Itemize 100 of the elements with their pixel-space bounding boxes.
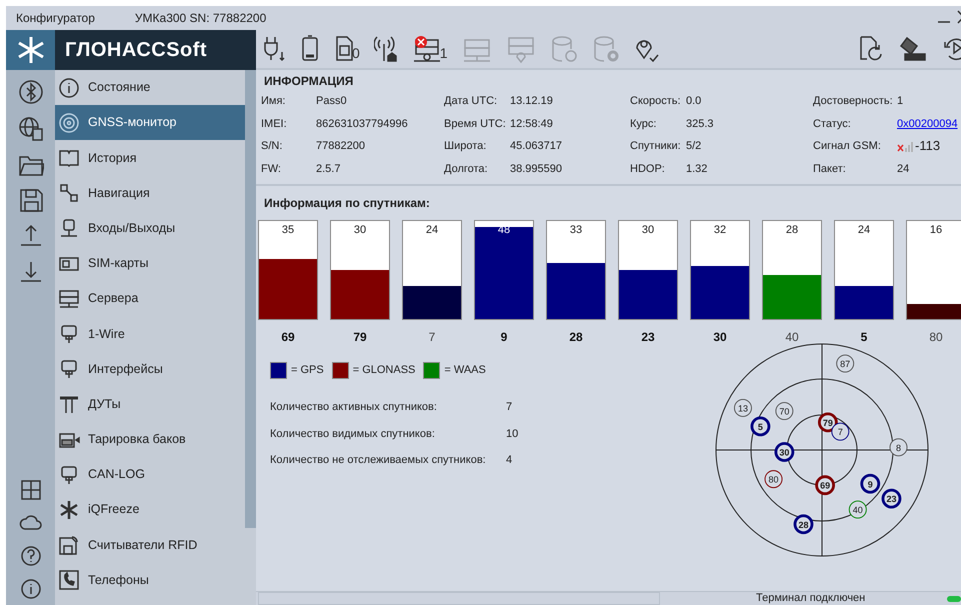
no-signal-icon — [897, 139, 915, 154]
field-label: IMEI: — [261, 116, 288, 131]
signal-value: 32 — [712, 223, 728, 238]
sidebar-item[interactable]: iQFreeze — [55, 492, 245, 528]
satellite-number: 69 — [281, 329, 295, 346]
signal-value: 24 — [856, 223, 872, 238]
field-label: Дата UTC: — [444, 94, 498, 108]
status-link[interactable]: 0x00200094 — [897, 116, 961, 131]
info-icon — [58, 76, 80, 99]
field-label: Долгота: — [444, 162, 489, 176]
sidebar-item[interactable]: Интерфейсы — [55, 352, 245, 387]
battery-icon[interactable] — [300, 34, 320, 64]
field-value: 38.995590 — [510, 162, 563, 176]
field-value: 13.12.19 — [510, 94, 554, 108]
legend-label: = GLONASS — [352, 363, 416, 378]
satellite-marker: 30 — [774, 442, 794, 462]
satellite-number: 28 — [569, 329, 583, 346]
signal-value: 30 — [640, 223, 656, 238]
brand-logo-text: ГЛОНАССSoft — [65, 38, 208, 63]
sidebar-item[interactable]: История — [55, 140, 245, 176]
sidebar-item[interactable]: GNSS-монитор — [55, 105, 245, 140]
signal-value: 24 — [424, 223, 440, 238]
satellite-marker: 40 — [848, 500, 867, 519]
save-icon[interactable] — [18, 187, 44, 213]
satellite-marker: 79 — [818, 412, 838, 432]
snowflake-logo-icon — [16, 35, 46, 65]
sidebar-item[interactable]: Входы/Выходы — [55, 210, 245, 246]
field-label: Сигнал GSM: — [813, 139, 882, 154]
server-icon — [58, 288, 80, 310]
phone-icon — [58, 569, 80, 592]
signal-value: 35 — [280, 223, 296, 238]
field-value: 45.063717 — [510, 139, 563, 154]
field-value: 1.32 — [686, 162, 708, 176]
field-value: 5/2 — [686, 139, 702, 154]
field-value: 2.5.7 — [316, 162, 342, 176]
field-value: -113 — [915, 139, 940, 154]
signal-value: 33 — [568, 223, 584, 238]
info-icon[interactable] — [18, 576, 42, 600]
satellite-number: 40 — [785, 329, 799, 346]
sidebar-item[interactable]: Навигация — [55, 176, 245, 211]
count-label: Количество видимых спутников: — [270, 426, 436, 442]
satellite-marker: 23 — [882, 488, 902, 509]
device-title: УМКа300 SN: 77882200 — [134, 10, 266, 27]
satellite-number: 9 — [500, 329, 508, 346]
field-label: Имя: — [261, 94, 286, 108]
satellite-marker: 87 — [836, 354, 854, 372]
sidebar-item[interactable]: Телефоны — [55, 562, 245, 598]
radar-icon — [58, 112, 80, 134]
count-value: 10 — [506, 426, 520, 442]
satellite-number: 79 — [353, 329, 367, 346]
field-value: 325.3 — [686, 116, 715, 131]
signal-value: 30 — [352, 223, 368, 238]
sidebar-item[interactable]: Состояние — [55, 70, 245, 106]
antenna-icon[interactable] — [374, 34, 398, 64]
window-title: Конфигуратор — [16, 10, 95, 27]
calculator-icon[interactable] — [18, 478, 42, 502]
sidebar-item[interactable]: 1-Wire — [55, 316, 245, 352]
section-title: ИНФОРМАЦИЯ — [263, 73, 354, 90]
count-label: Количество активных спутников: — [270, 400, 438, 415]
card-reader-icon — [58, 534, 80, 556]
signal-value: 16 — [928, 223, 944, 238]
bluetooth-icon[interactable] — [18, 79, 44, 105]
sidebar-item[interactable]: Считыватели RFID — [55, 527, 245, 563]
route-icon — [58, 182, 80, 204]
satellite-marker: 70 — [775, 402, 794, 420]
satellite-number: 80 — [929, 329, 943, 346]
field-value: 0.0 — [686, 94, 702, 108]
field-value: 862631037794996 — [316, 116, 409, 131]
field-label: Курс: — [630, 116, 658, 131]
power-plug-icon[interactable] — [262, 34, 286, 64]
field-label: Пакет: — [813, 162, 847, 176]
field-label: S/N: — [261, 139, 284, 154]
sidebar-item[interactable]: Сервера — [55, 281, 245, 316]
scrollbar-thumb[interactable] — [245, 70, 256, 528]
satellite-marker: 28 — [794, 514, 814, 534]
eraser-icon[interactable] — [899, 34, 927, 64]
satellite-number: 30 — [713, 329, 727, 346]
legend-label: = WAAS — [444, 363, 486, 378]
satellite-marker: 9 — [860, 474, 880, 494]
globe-gear-icon[interactable] — [18, 115, 44, 141]
satellite-marker: 5 — [750, 416, 770, 436]
help-icon[interactable] — [18, 544, 42, 568]
sidebar-item[interactable]: Тарировка баков — [55, 422, 245, 458]
legend-label: = GPS — [291, 363, 324, 378]
satellite-marker: 13 — [734, 399, 752, 417]
field-value: 1 — [897, 94, 904, 108]
count-value: 4 — [506, 453, 514, 468]
field-label: Скорость: — [630, 94, 682, 108]
field-value: Pass0 — [316, 94, 348, 108]
sidebar-item[interactable]: CAN-LOG — [55, 457, 245, 492]
satellite-marker: 7 — [831, 422, 850, 441]
satellite-marker: 69 — [815, 475, 835, 496]
sidebar-item[interactable]: SIM-карты — [55, 246, 245, 282]
connector-icon — [58, 217, 80, 240]
count-value: 7 — [506, 400, 514, 415]
count-label: Количество не отслеживаемых спутников: — [270, 453, 487, 468]
sidebar-item[interactable]: ДУТы — [55, 386, 245, 422]
field-label: Статус: — [813, 116, 852, 131]
section-title: Информация по спутникам: — [263, 195, 431, 212]
field-label: Спутники: — [630, 139, 682, 154]
